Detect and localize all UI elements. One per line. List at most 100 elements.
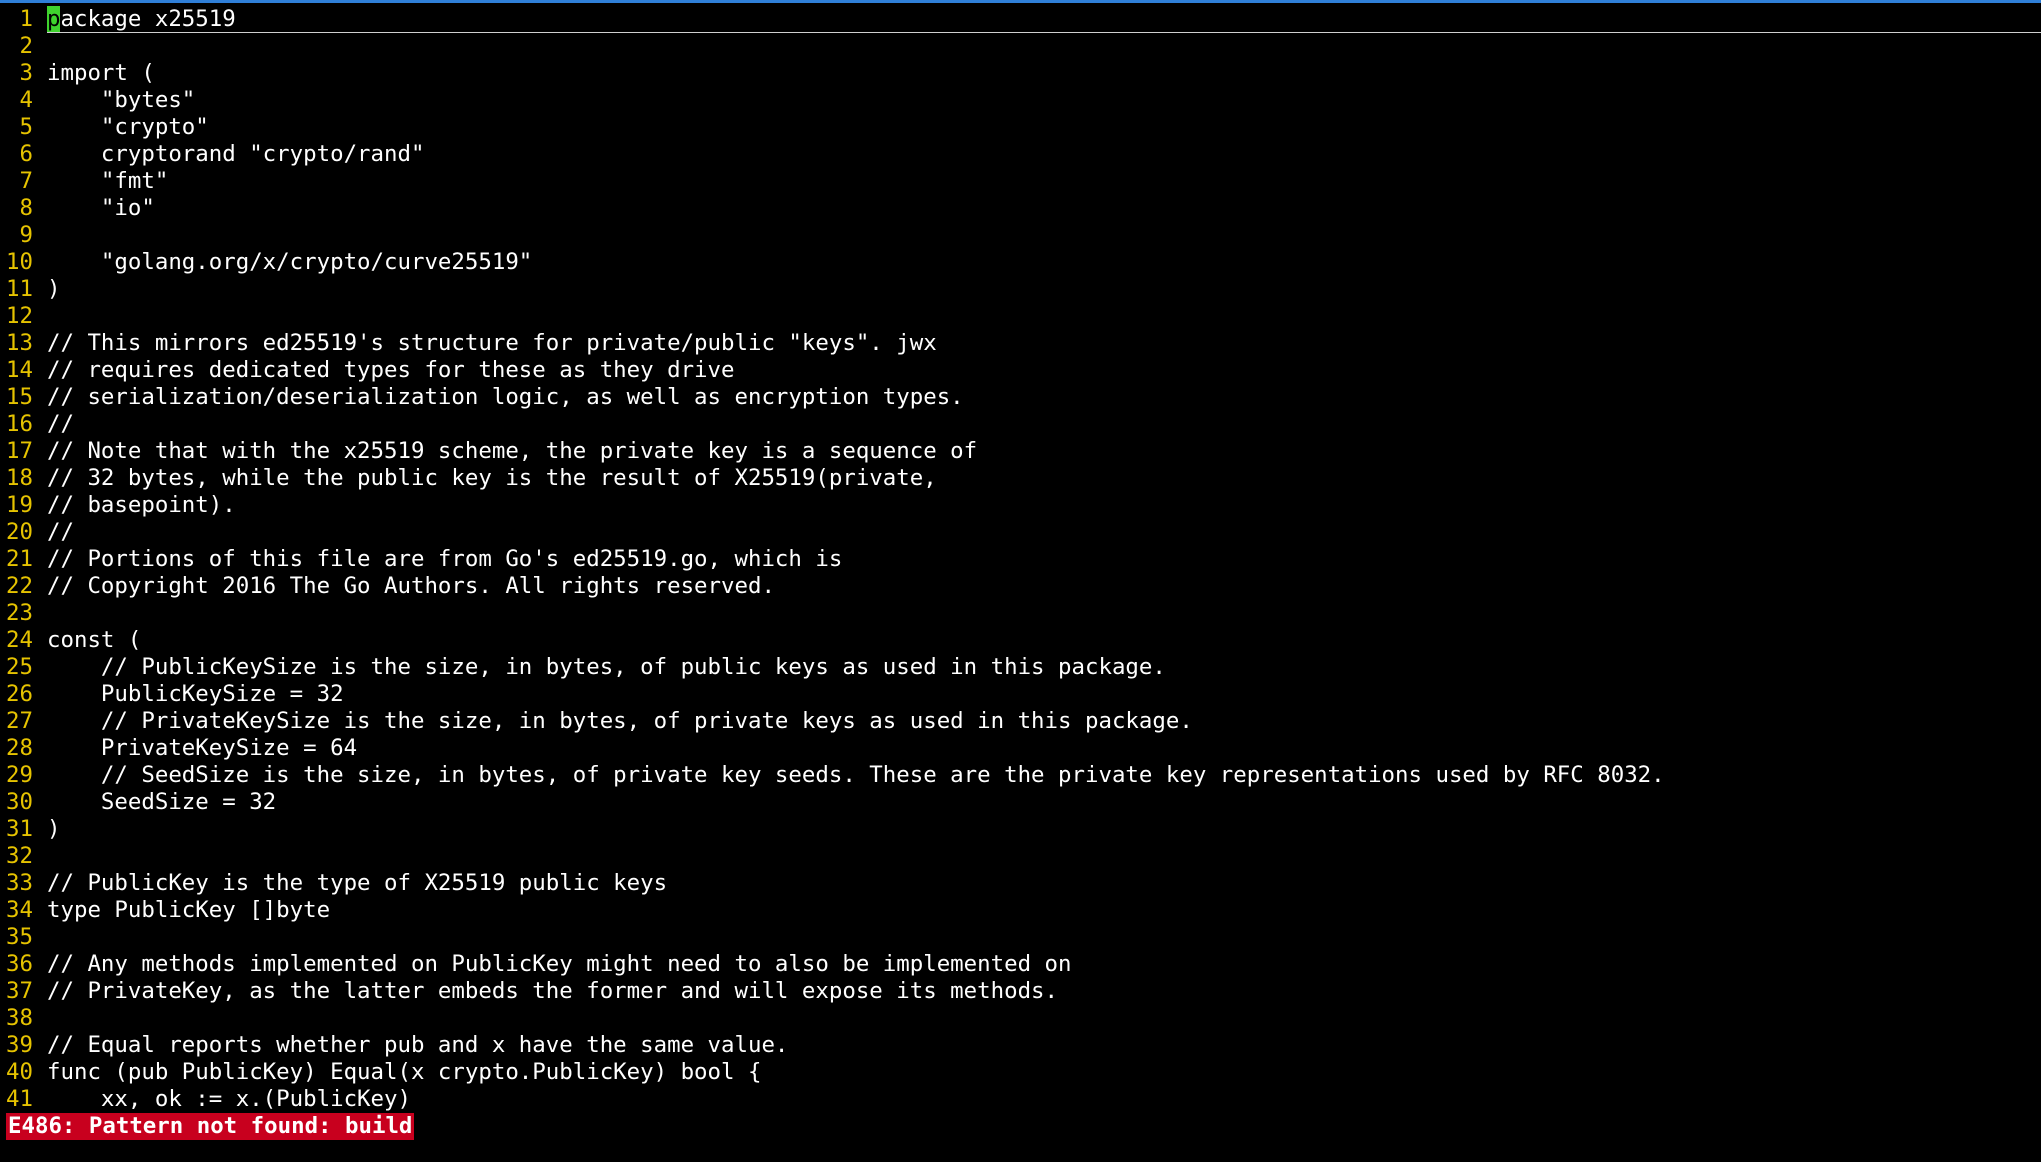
- line-number: 2: [19, 33, 33, 59]
- line-text: // requires dedicated types for these as…: [47, 357, 735, 383]
- line-text: const (: [47, 627, 142, 653]
- line-text: // Note that with the x25519 scheme, the…: [47, 438, 978, 464]
- line-text: "golang.org/x/crypto/curve25519": [47, 249, 533, 275]
- line-number: 26: [6, 681, 33, 707]
- line-text: // PrivateKey, as the latter embeds the …: [47, 978, 1059, 1004]
- code-line[interactable]: 31): [0, 816, 2041, 843]
- code-line[interactable]: 7 "fmt": [0, 168, 2041, 195]
- line-number: 41: [6, 1086, 33, 1112]
- window-top-border: [0, 0, 2041, 3]
- line-number: 8: [19, 195, 33, 221]
- code-line[interactable]: 18 // 32 bytes, while the public key is t…: [0, 465, 2041, 492]
- line-text: ): [47, 276, 61, 302]
- code-line[interactable]: 8 "io": [0, 195, 2041, 222]
- line-number: 18: [6, 465, 33, 491]
- line-text: // Portions of this file are from Go's e…: [47, 546, 843, 572]
- line-number: 22: [6, 573, 33, 599]
- line-number: 38: [6, 1005, 33, 1031]
- line-text: //: [47, 519, 74, 545]
- code-line[interactable]: 41 xx, ok := x.(PublicKey): [0, 1086, 2041, 1113]
- line-text: // basepoint).: [47, 492, 236, 518]
- code-line[interactable]: 21 // Portions of this file are from Go's…: [0, 546, 2041, 573]
- line-text: PrivateKeySize = 64: [47, 735, 358, 761]
- code-line[interactable]: 33 // PublicKey is the type of X25519 pub…: [0, 870, 2041, 897]
- line-number: 39: [6, 1032, 33, 1058]
- code-line[interactable]: 25 // PublicKeySize is the size, in byte…: [0, 654, 2041, 681]
- code-line[interactable]: 19 // basepoint).: [0, 492, 2041, 519]
- code-line[interactable]: 22 // Copyright 2016 The Go Authors. All …: [0, 573, 2041, 600]
- code-line[interactable]: 39 // Equal reports whether pub and x hav…: [0, 1032, 2041, 1059]
- line-number: 7: [19, 168, 33, 194]
- line-number: 27: [6, 708, 33, 734]
- cursor-line-underline: [47, 6, 2041, 33]
- code-line[interactable]: 23: [0, 600, 2041, 627]
- line-text: ): [47, 816, 61, 842]
- code-line[interactable]: 4 "bytes": [0, 87, 2041, 114]
- code-line[interactable]: 30 SeedSize = 32: [0, 789, 2041, 816]
- line-number: 30: [6, 789, 33, 815]
- code-line[interactable]: 28 PrivateKeySize = 64: [0, 735, 2041, 762]
- editor-buffer[interactable]: 1 package x25519 2 3 import (4 "bytes" 5 "cry…: [0, 6, 2041, 1113]
- line-number: 1: [19, 6, 33, 32]
- code-line[interactable]: 38: [0, 1005, 2041, 1032]
- line-number: 17: [6, 438, 33, 464]
- line-number: 12: [6, 303, 33, 329]
- line-text: "crypto": [47, 114, 209, 140]
- code-line[interactable]: 13 // This mirrors ed25519's structure fo…: [0, 330, 2041, 357]
- line-text: // PublicKeySize is the size, in bytes, …: [47, 654, 1166, 680]
- code-line[interactable]: 10 "golang.org/x/crypto/curve25519": [0, 249, 2041, 276]
- line-number: 34: [6, 897, 33, 923]
- code-line[interactable]: 29 // SeedSize is the size, in bytes, of…: [0, 762, 2041, 789]
- code-line[interactable]: 24 const (: [0, 627, 2041, 654]
- code-line[interactable]: 34 type PublicKey []byte: [0, 897, 2041, 924]
- line-number: 31: [6, 816, 33, 842]
- line-text: // PrivateKeySize is the size, in bytes,…: [47, 708, 1193, 734]
- line-number: 24: [6, 627, 33, 653]
- code-line[interactable]: 40 func (pub PublicKey) Equal(x crypto.Pu…: [0, 1059, 2041, 1086]
- code-line[interactable]: 9: [0, 222, 2041, 249]
- code-line[interactable]: 1 package x25519: [0, 6, 2041, 33]
- line-number: 23: [6, 600, 33, 626]
- line-number: 32: [6, 843, 33, 869]
- line-text: // Any methods implemented on PublicKey …: [47, 951, 1072, 977]
- line-text: //: [47, 411, 74, 437]
- line-text: cryptorand "crypto/rand": [47, 141, 425, 167]
- line-number: 40: [6, 1059, 33, 1085]
- code-line[interactable]: 17 // Note that with the x25519 scheme, t…: [0, 438, 2041, 465]
- code-line[interactable]: 36 // Any methods implemented on PublicKe…: [0, 951, 2041, 978]
- line-text: // serialization/deserialization logic, …: [47, 384, 964, 410]
- code-line[interactable]: 20 //: [0, 519, 2041, 546]
- line-number: 36: [6, 951, 33, 977]
- line-number: 29: [6, 762, 33, 788]
- line-text: // 32 bytes, while the public key is the…: [47, 465, 937, 491]
- line-number: 15: [6, 384, 33, 410]
- code-line[interactable]: 15 // serialization/deserialization logic…: [0, 384, 2041, 411]
- code-line[interactable]: 16 //: [0, 411, 2041, 438]
- code-line[interactable]: 27 // PrivateKeySize is the size, in byt…: [0, 708, 2041, 735]
- code-line[interactable]: 32: [0, 843, 2041, 870]
- line-text: SeedSize = 32: [47, 789, 277, 815]
- line-number: 28: [6, 735, 33, 761]
- code-line[interactable]: 14 // requires dedicated types for these …: [0, 357, 2041, 384]
- line-text: // PublicKey is the type of X25519 publi…: [47, 870, 668, 896]
- line-text: func (pub PublicKey) Equal(x crypto.Publ…: [47, 1059, 762, 1085]
- code-line[interactable]: 3 import (: [0, 60, 2041, 87]
- code-line[interactable]: 6 cryptorand "crypto/rand": [0, 141, 2041, 168]
- line-text: "io": [47, 195, 155, 221]
- code-line[interactable]: 12: [0, 303, 2041, 330]
- line-text: // Copyright 2016 The Go Authors. All ri…: [47, 573, 775, 599]
- line-text: "fmt": [47, 168, 169, 194]
- command-line-error: E486: Pattern not found: build: [6, 1113, 415, 1140]
- line-number: 6: [19, 141, 33, 167]
- line-number: 21: [6, 546, 33, 572]
- code-line[interactable]: 11): [0, 276, 2041, 303]
- line-text: type PublicKey []byte: [47, 897, 331, 923]
- line-text: "bytes": [47, 87, 196, 113]
- code-line[interactable]: 2: [0, 33, 2041, 60]
- code-line[interactable]: 26 PublicKeySize = 32: [0, 681, 2041, 708]
- line-number: 33: [6, 870, 33, 896]
- code-line[interactable]: 37 // PrivateKey, as the latter embeds th…: [0, 978, 2041, 1005]
- terminal-window[interactable]: 1 package x25519 2 3 import (4 "bytes" 5 "cry…: [0, 0, 2041, 1162]
- code-line[interactable]: 35: [0, 924, 2041, 951]
- code-line[interactable]: 5 "crypto": [0, 114, 2041, 141]
